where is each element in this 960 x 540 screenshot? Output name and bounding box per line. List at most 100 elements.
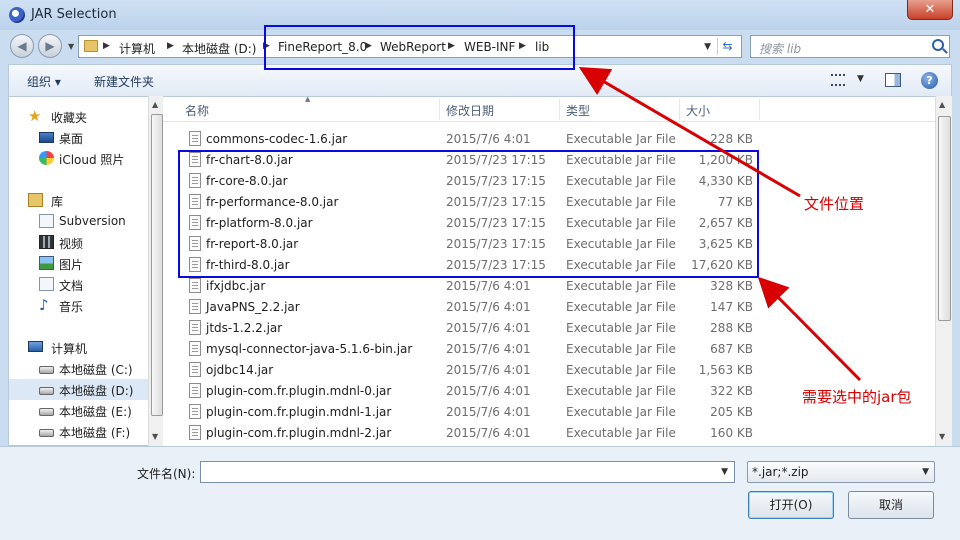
nav-item-label: 本地磁盘 (C:) xyxy=(59,363,133,377)
search-input[interactable]: 搜索 lib xyxy=(759,40,801,57)
scroll-down-arrow[interactable]: ▼ xyxy=(939,432,945,441)
star-icon: ★ xyxy=(28,107,42,125)
scroll-down-arrow[interactable]: ▼ xyxy=(152,432,158,441)
open-button[interactable]: 打开(O) xyxy=(748,491,834,519)
new-folder-button[interactable]: 新建文件夹 xyxy=(94,73,154,90)
nav-item-label: 计算机 xyxy=(51,342,88,356)
view-options-icon[interactable] xyxy=(831,74,845,86)
jars-annotation: 需要选中的jar包 xyxy=(802,388,912,406)
jar-file-icon xyxy=(189,320,201,335)
nav-item-drive-f[interactable]: 本地磁盘 (F:) xyxy=(9,421,151,442)
file-type-filter[interactable]: *.jar;*.zip ▼ xyxy=(747,461,935,483)
nav-scrollbar[interactable]: ▲ ▼ xyxy=(148,96,164,446)
nav-item-drive-c[interactable]: 本地磁盘 (C:) xyxy=(9,358,151,379)
help-icon[interactable]: ? xyxy=(921,72,938,89)
file-row[interactable]: ifxjdbc.jar 2015/7/6 4:01 Executable Jar F… xyxy=(163,275,763,296)
file-list-scrollbar[interactable]: ▲ ▼ xyxy=(935,96,952,446)
nav-scroll-thumb[interactable] xyxy=(151,114,163,416)
nav-item-label: 本地磁盘 (E:) xyxy=(59,405,132,419)
scroll-up-arrow[interactable]: ▲ xyxy=(152,100,158,109)
file-name: plugin-com.fr.plugin.mdnl-2.jar xyxy=(206,426,392,440)
file-list-scroll-thumb[interactable] xyxy=(938,116,951,321)
back-button[interactable]: ◀ xyxy=(10,34,34,58)
jar-file-icon xyxy=(189,383,201,398)
cancel-button[interactable]: 取消 xyxy=(848,491,934,519)
filename-dropdown[interactable]: ▼ xyxy=(721,467,728,477)
preview-pane-icon[interactable] xyxy=(885,73,901,87)
nav-item-subversion[interactable]: Subversion xyxy=(9,211,151,232)
file-type: Executable Jar File xyxy=(566,342,676,356)
nav-item-videos[interactable]: 视频 xyxy=(9,232,151,253)
file-type-value: *.jar;*.zip xyxy=(752,465,809,479)
file-name: plugin-com.fr.plugin.mdnl-1.jar xyxy=(206,405,392,419)
filename-label: 文件名(N): xyxy=(137,467,196,481)
file-row[interactable]: commons-codec-1.6.jar 2015/7/6 4:01 Execut… xyxy=(163,128,763,149)
nav-item-label: 本地磁盘 (F:) xyxy=(59,426,131,440)
eclipse-icon xyxy=(9,7,25,23)
scroll-up-arrow[interactable]: ▲ xyxy=(939,100,945,109)
refresh-icon[interactable]: ⇆ xyxy=(717,38,737,55)
forward-button[interactable]: ▶ xyxy=(38,34,62,58)
file-row[interactable]: jtds-1.2.2.jar 2015/7/6 4:01 Executable Ja… xyxy=(163,317,763,338)
file-date: 2015/7/6 4:01 xyxy=(446,363,531,377)
breadcrumb-computer[interactable]: 计算机 xyxy=(119,40,155,57)
file-size: 1,563 KB xyxy=(698,363,753,377)
file-type: Executable Jar File xyxy=(566,321,676,335)
file-size: 322 KB xyxy=(710,384,753,398)
nav-item-label: 本地磁盘 (D:) xyxy=(59,384,134,398)
view-dropdown[interactable]: ▼ xyxy=(857,74,864,84)
file-name: mysql-connector-java-5.1.6-bin.jar xyxy=(206,342,413,356)
chevron-down-icon[interactable]: ▼ xyxy=(922,467,929,477)
drive-icon xyxy=(39,429,54,437)
column-divider[interactable] xyxy=(759,99,760,120)
nav-item-music[interactable]: ♪ 音乐 xyxy=(9,295,151,316)
nav-item-computer[interactable]: 计算机 xyxy=(9,337,151,358)
filename-field[interactable]: ▼ xyxy=(200,461,735,483)
file-row[interactable]: JavaPNS_2.2.jar 2015/7/6 4:01 Executable J… xyxy=(163,296,763,317)
file-date: 2015/7/6 4:01 xyxy=(446,426,531,440)
file-row[interactable]: plugin-com.fr.plugin.mdnl-2.jar 2015/7/6 … xyxy=(163,422,763,443)
nav-item-libraries[interactable]: 库 xyxy=(9,190,151,211)
file-date: 2015/7/6 4:01 xyxy=(446,342,531,356)
nav-item-pictures[interactable]: 图片 xyxy=(9,253,151,274)
file-row[interactable]: ojdbc14.jar 2015/7/6 4:01 Executable Jar F… xyxy=(163,359,763,380)
column-divider[interactable] xyxy=(559,99,560,120)
nav-item-label: iCloud 照片 xyxy=(59,153,125,167)
chevron-right-icon[interactable]: ▶ xyxy=(103,41,110,51)
chevron-right-icon[interactable]: ▶ xyxy=(167,41,174,51)
breadcrumb-drive-d[interactable]: 本地磁盘 (D:) xyxy=(182,40,256,57)
column-header-size[interactable]: 大小 xyxy=(686,102,710,119)
file-name: JavaPNS_2.2.jar xyxy=(206,300,300,314)
organize-button[interactable]: 组织 ▾ xyxy=(27,73,61,90)
file-name: ojdbc14.jar xyxy=(206,363,274,377)
jar-file-icon xyxy=(189,341,201,356)
column-headers: ▲ 名称 修改日期 类型 大小 xyxy=(163,97,935,122)
column-header-date[interactable]: 修改日期 xyxy=(446,102,494,119)
address-dropdown[interactable]: ▼ xyxy=(704,42,711,52)
nav-item-drive-e[interactable]: 本地磁盘 (E:) xyxy=(9,400,151,421)
file-row[interactable]: plugin-com.fr.plugin.mdnl-0.jar 2015/7/6 … xyxy=(163,380,763,401)
file-date: 2015/7/6 4:01 xyxy=(446,279,531,293)
column-divider[interactable] xyxy=(679,99,680,120)
nav-item-drive-d[interactable]: 本地磁盘 (D:) xyxy=(9,379,151,400)
file-row[interactable]: mysql-connector-java-5.1.6-bin.jar 2015/7… xyxy=(163,338,763,359)
column-header-type[interactable]: 类型 xyxy=(566,102,590,119)
file-name: plugin-com.fr.plugin.mdnl-0.jar xyxy=(206,384,392,398)
nav-item-documents[interactable]: 文档 xyxy=(9,274,151,295)
file-type: Executable Jar File xyxy=(566,300,676,314)
recent-pages-dropdown[interactable]: ▼ xyxy=(68,42,74,51)
music-icon: ♪ xyxy=(39,296,49,314)
file-row[interactable]: plugin-com.fr.plugin.mdnl-1.jar 2015/7/6 … xyxy=(163,401,763,422)
search-icon[interactable] xyxy=(932,39,944,51)
nav-item-icloud-photos[interactable]: iCloud 照片 xyxy=(9,148,151,169)
column-divider[interactable] xyxy=(439,99,440,120)
close-button[interactable]: ✕ xyxy=(907,0,953,20)
search-box[interactable]: 搜索 lib xyxy=(750,35,950,58)
jar-file-icon xyxy=(189,362,201,377)
jars-highlight-box xyxy=(178,150,759,278)
file-date: 2015/7/6 4:01 xyxy=(446,132,531,146)
column-header-name[interactable]: 名称 xyxy=(185,102,209,119)
jar-file-icon xyxy=(189,299,201,314)
nav-item-favorites[interactable]: ★ 收藏夹 xyxy=(9,106,151,127)
nav-item-desktop[interactable]: 桌面 xyxy=(9,127,151,148)
